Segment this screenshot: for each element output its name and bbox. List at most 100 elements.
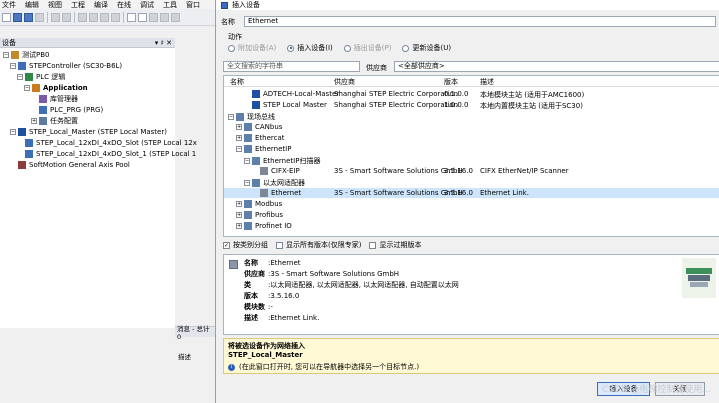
action-append-radio[interactable]: 附加设备(A) [228,43,276,53]
bookmark-icon[interactable] [138,12,147,22]
expand-icon[interactable]: + [236,135,242,141]
collapse-icon[interactable]: − [244,180,250,186]
table-row[interactable]: + CANbus [224,122,719,132]
detail-value: Ethernet [270,259,301,267]
action-radio-group: 附加设备(A) 插入设备(I) 插出设备(P) 更新设备(U) [228,43,628,53]
device-icon [260,189,268,197]
table-row[interactable]: + Profinet IO [224,221,719,231]
tree-node[interactable]: − STEP_Local_Master (STEP Local Master) [10,127,167,137]
table-row[interactable]: + Profibus [224,210,719,220]
table-row[interactable]: − EthernetIP扫描器 [224,155,719,165]
run-icon[interactable] [171,12,180,22]
save-icon[interactable] [24,12,33,22]
print-icon[interactable] [35,12,44,22]
expand-icon[interactable]: + [236,124,242,130]
collapse-icon[interactable]: − [244,158,250,164]
tree-node[interactable]: − 测试PB0 [3,50,49,60]
radio-selected-icon [287,44,295,52]
detail-row: 供应商: 3S - Smart Software Solutions GmbH [244,269,399,279]
table-row[interactable]: STEP Local Master Shanghai STEP Electric … [224,100,719,110]
table-row[interactable]: − 以太网适配器 [224,177,719,187]
tree-node[interactable]: − Application [24,83,88,93]
column-header-version[interactable]: 版本 [444,77,458,87]
tree-node-label: 测试PB0 [22,51,50,59]
search-input[interactable]: 全文搜索的字符串 [223,61,360,72]
description-column-label: 描述 [178,353,191,361]
copy-icon[interactable] [89,12,98,22]
row-name-cell: − EthernetIP [236,145,291,153]
tree-node[interactable]: PLC_PRG (PRG) [31,105,103,115]
expand-icon[interactable]: + [236,201,242,207]
pane-pin-icon[interactable]: ▾ ♯ ✕ [155,39,172,47]
column-header-vendor[interactable]: 供应商 [334,77,355,87]
toolbar-divider [123,11,124,23]
detail-key: 类 [244,281,251,289]
main-toolbar [0,9,215,26]
device-name-input[interactable]: Ethernet [244,16,716,27]
new-file-icon[interactable] [2,12,11,22]
tree-node[interactable]: − STEPController (SC30-B6L) [10,61,122,71]
row-name-cell: STEP Local Master [244,101,327,109]
table-row[interactable]: ADTECH-Local-Master Shanghai STEP Electri… [224,89,719,99]
column-header-description[interactable]: 描述 [480,77,494,87]
insert-target-message: 将被选设备作为网络插入 STEP_Local_Master i (在此窗口打开时… [223,338,719,374]
table-row[interactable]: Ethernet 3S - Smart Software Solutions Gm… [224,188,719,198]
table-row[interactable]: − 现场总线 [224,111,719,121]
collapse-icon[interactable]: − [3,52,9,58]
tree-node[interactable]: STEP_Local_12xDI_4xDO_Slot_1 (STEP Local… [17,149,196,159]
table-row[interactable]: − EthernetIP [224,144,719,154]
redo-icon[interactable] [62,12,71,22]
message-info-text: (在此窗口打开时, 您可以在导航器中选择另一个目标节点.) [239,363,420,371]
action-plug-radio[interactable]: 插出设备(P) [343,43,391,53]
show-all-versions-checkbox[interactable]: 显示所有版本(仅限专家) [276,240,361,250]
ethercat-icon [244,134,252,142]
row-name-cell: Ethernet [252,189,301,197]
row-name: EthernetIP扫描器 [263,157,321,165]
action-update-radio[interactable]: 更新设备(U) [402,43,451,53]
row-name-cell: − EthernetIP扫描器 [244,156,320,166]
tree-node[interactable]: STEP_Local_12xDI_4xDO_Slot (STEP Local 1… [17,138,197,148]
row-name: Ethercat [255,134,285,142]
device-blue-icon [252,101,260,109]
paste-icon[interactable] [100,12,109,22]
messages-tab[interactable]: 消息 - 总计 0 [175,325,215,341]
build-icon[interactable] [149,12,158,22]
group-by-category-checkbox[interactable]: ✓ 按类别分组 [223,240,268,250]
login-icon[interactable] [160,12,169,22]
vendor-select[interactable]: <全部供应商> [394,61,719,72]
tree-node[interactable]: + 任务配置 [31,116,78,126]
collapse-icon[interactable]: − [228,114,234,120]
show-outdated-checkbox[interactable]: 显示过期版本 [369,240,421,250]
tree-node[interactable]: − PLC 逻辑 [17,72,65,82]
cut-icon[interactable] [78,12,87,22]
collapse-icon[interactable]: − [10,63,16,69]
grid-header: 名称 供应商 版本 描述 [224,76,719,87]
open-folder-icon[interactable] [13,12,22,22]
detail-value: 3.5.16.0 [270,292,300,300]
tree-node-label: STEP_Local_12xDI_4xDO_Slot (STEP Local 1… [36,139,197,147]
undo-icon[interactable] [51,12,60,22]
column-header-name[interactable]: 名称 [230,77,244,87]
expand-icon[interactable]: + [31,118,37,124]
action-insert-radio[interactable]: 插入设备(I) [287,43,333,53]
ethernet-adapter-icon [252,179,260,187]
expand-icon[interactable]: + [236,212,242,218]
table-row[interactable]: CIFX-EIP 3S - Smart Software Solutions Gm… [224,166,719,176]
collapse-icon[interactable]: − [17,74,23,80]
table-row[interactable]: + Modbus [224,199,719,209]
tree-node-label: 任务配置 [50,117,78,125]
table-row[interactable]: + Ethercat [224,133,719,143]
toolbar-divider [47,11,48,23]
row-vendor: Shanghai STEP Electric Corporation [334,101,459,109]
tree-node[interactable]: SoftMotion General Axis Pool [10,160,130,170]
expand-icon[interactable]: + [236,223,242,229]
collapse-icon[interactable]: − [236,146,242,152]
find-icon[interactable] [127,12,136,22]
collapse-icon[interactable]: − [10,129,16,135]
tree-node[interactable]: 库管理器 [31,94,78,104]
device-details-icon [229,260,238,269]
delete-icon[interactable] [111,12,120,22]
detail-value: 以太网适配器, 以太网适配器, 以太网适配器, 自动配置以太网 [270,281,459,289]
collapse-icon[interactable]: − [24,85,30,91]
device-icon [260,167,268,175]
